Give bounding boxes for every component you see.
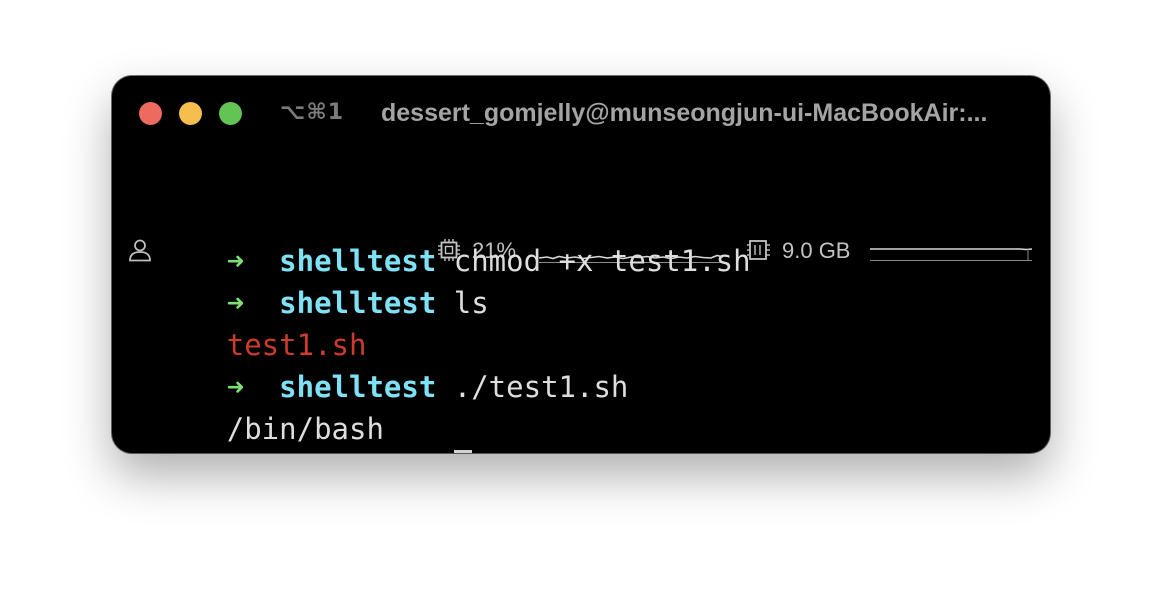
minimize-button[interactable]	[179, 102, 202, 125]
tab-shortcut-label: ⌥⌘1	[280, 100, 345, 125]
close-button[interactable]	[139, 102, 162, 125]
memory-usage-graph	[870, 248, 1032, 261]
terminal-line: ➜ shelltest chmod +x test1.sh	[122, 198, 751, 278]
status-bar: 21% 9.0 GB	[112, 154, 1050, 263]
command-text: ls	[453, 286, 489, 320]
command-text: ./test1.sh	[453, 370, 629, 404]
text-cursor	[453, 450, 472, 453]
terminal-line: ➜ shelltest	[122, 408, 472, 453]
window-title: dessert_gomjelly@munseongjun-ui-MacBookA…	[381, 99, 988, 127]
title-bar[interactable]: ⌥⌘1 dessert_gomjelly@munseongjun-ui-MacB…	[112, 76, 1050, 154]
memory-usage-value: 9.0 GB	[782, 238, 851, 263]
command-text: chmod +x test1.sh	[453, 244, 751, 278]
memory-icon	[747, 239, 773, 266]
terminal-line: ➜ shelltest ls	[122, 240, 489, 320]
terminal-line: ➜ shelltest ./test1.sh	[122, 324, 629, 404]
zoom-button[interactable]	[219, 102, 242, 125]
terminal-window[interactable]: ⌥⌘1 dessert_gomjelly@munseongjun-ui-MacB…	[112, 76, 1050, 453]
terminal-line: /bin/bash	[122, 366, 384, 446]
terminal-line: test1.sh	[122, 282, 367, 362]
